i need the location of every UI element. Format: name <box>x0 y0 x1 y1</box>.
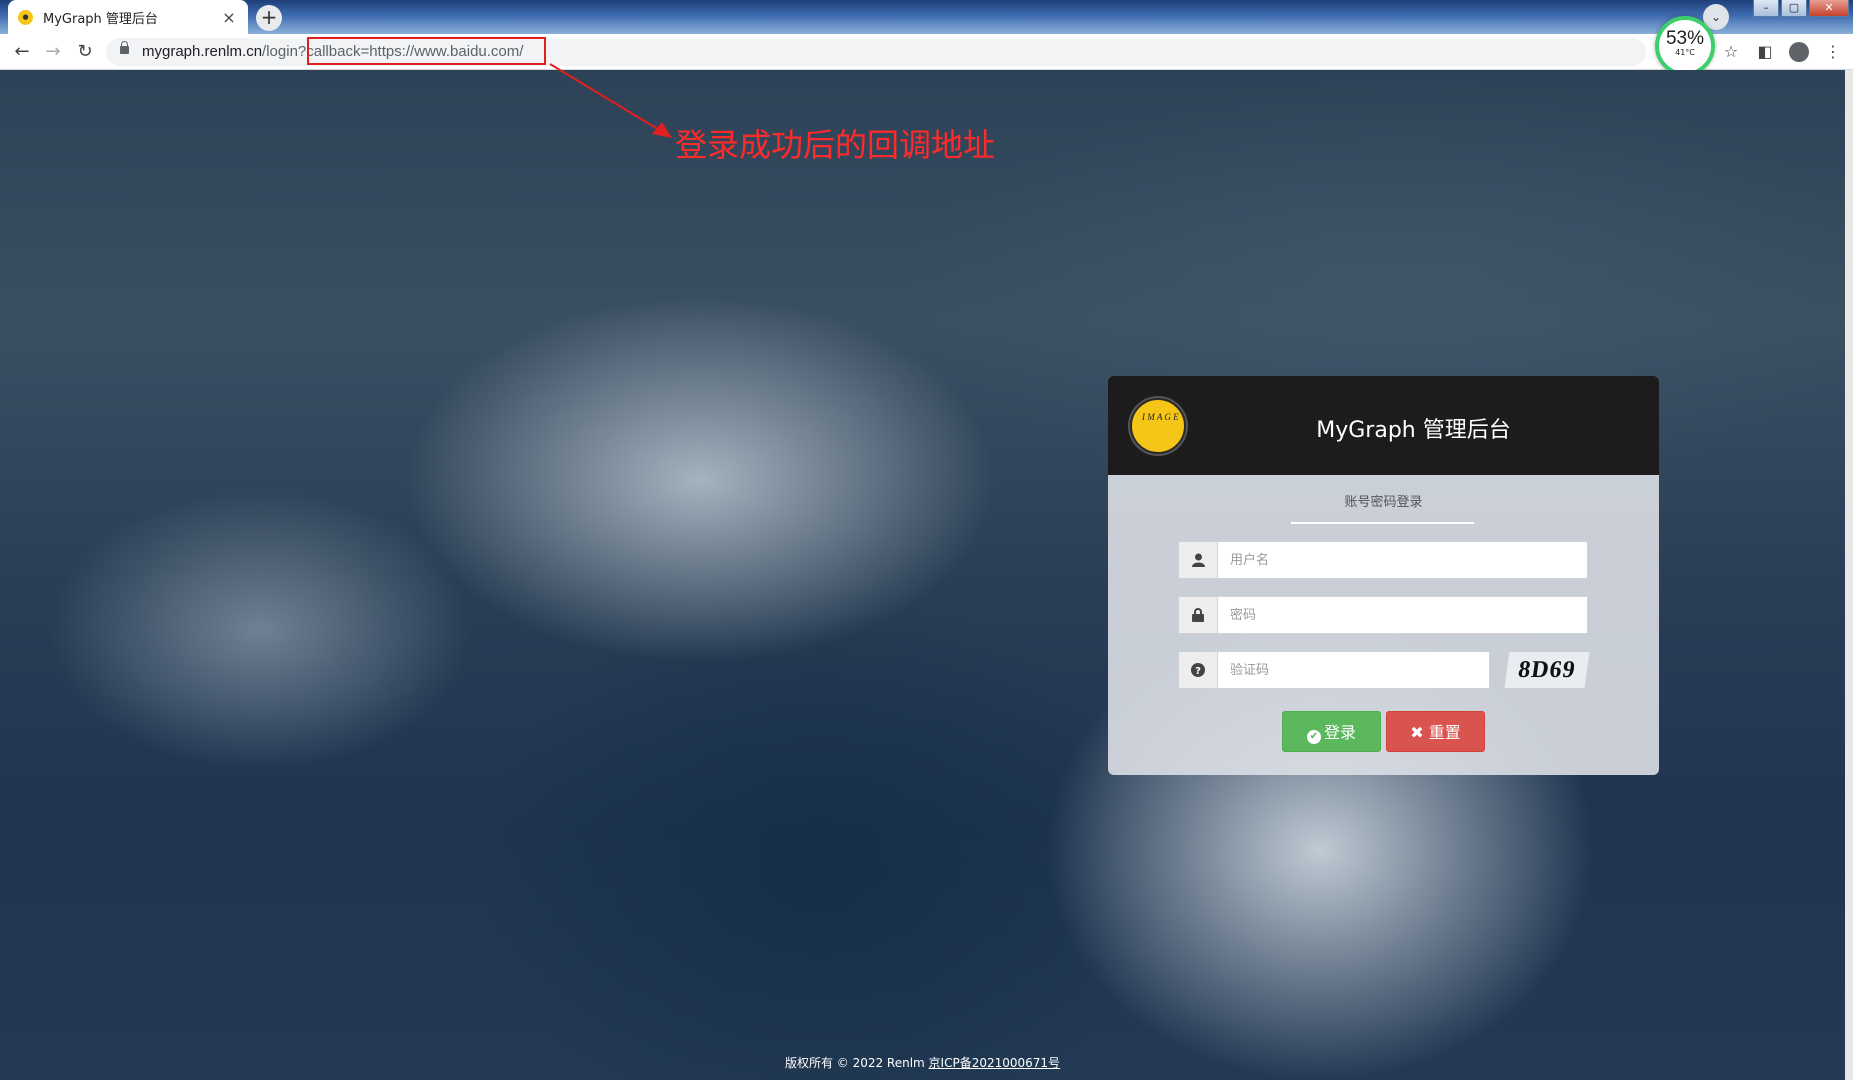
login-panel: I M A G E MyGraph 管理后台 账号密码登录 ? 8D69 ✔登录 <box>1108 376 1659 775</box>
question-circle-icon: ? <box>1179 652 1218 688</box>
menu-kebab-icon[interactable]: ⋮ <box>1823 42 1843 67</box>
reload-icon[interactable]: ↻ <box>73 41 97 63</box>
reset-button-label: 重置 <box>1428 723 1461 742</box>
login-title: MyGraph 管理后台 <box>1316 418 1511 443</box>
tab-account-password[interactable]: 账号密码登录 <box>1108 491 1659 510</box>
callback-highlight-box <box>307 37 546 65</box>
icp-link[interactable]: 京ICP备2021000671号 <box>929 1056 1061 1070</box>
minimize-button[interactable]: – <box>1753 0 1779 17</box>
back-arrow-icon[interactable]: ← <box>10 41 34 63</box>
page-scrollbar[interactable] <box>1845 70 1853 1080</box>
captcha-input[interactable] <box>1218 652 1489 688</box>
page-footer: 版权所有 © 2022 Renlm 京ICP备2021000671号 <box>0 1054 1845 1071</box>
new-tab-button[interactable]: + <box>256 5 282 31</box>
password-field <box>1178 596 1588 634</box>
bookmark-star-icon[interactable]: ☆ <box>1721 42 1741 67</box>
username-field <box>1178 541 1588 579</box>
perf-percent: 53% <box>1665 28 1705 49</box>
lock-icon <box>120 41 129 54</box>
tab-close-icon[interactable]: × <box>220 8 238 27</box>
reset-button[interactable]: ✖ 重置 <box>1386 711 1485 752</box>
url-host: mygraph.renlm.cn <box>142 43 263 60</box>
close-window-button[interactable]: ✕ <box>1809 0 1849 17</box>
copyright-text: 版权所有 © 2022 Renlm <box>784 1056 929 1070</box>
toolbar-right-icons: ☆ ◧ ⋮ <box>1721 42 1843 67</box>
forward-arrow-icon[interactable]: → <box>41 41 65 63</box>
password-input[interactable] <box>1218 597 1587 633</box>
browser-tab-strip: ● MyGraph 管理后台 × + ⌄ – ▢ ✕ <box>0 0 1853 34</box>
maximize-button[interactable]: ▢ <box>1781 0 1807 17</box>
annotation-arrow <box>549 63 672 138</box>
lock-icon <box>1179 597 1218 633</box>
profile-icon[interactable] <box>1789 42 1809 67</box>
tab-title: MyGraph 管理后台 <box>43 11 158 27</box>
active-tab-underline <box>1291 522 1474 524</box>
annotation-text: 登录成功后的回调地址 <box>675 126 996 164</box>
login-button[interactable]: ✔ 登录 <box>1282 711 1381 752</box>
captcha-field: ? <box>1178 651 1490 689</box>
login-form: 账号密码登录 ? 8D69 ✔登录 ✖ 重置 <box>1108 475 1659 775</box>
times-icon: ✖ <box>1410 723 1424 742</box>
captcha-image[interactable]: 8D69 <box>1503 651 1591 689</box>
performance-widget[interactable]: 53% 41°C <box>1655 16 1715 76</box>
login-button-label: 登录 <box>1323 723 1356 742</box>
site-favicon-icon: ● <box>18 9 33 25</box>
browser-tab[interactable]: ● MyGraph 管理后台 × <box>8 0 248 34</box>
side-panel-icon[interactable]: ◧ <box>1755 42 1775 67</box>
svg-text:?: ? <box>1195 666 1201 677</box>
username-input[interactable] <box>1218 542 1587 578</box>
user-icon <box>1179 542 1218 578</box>
window-controls: – ▢ ✕ <box>1753 0 1849 17</box>
login-header: I M A G E MyGraph 管理后台 <box>1108 376 1659 475</box>
browser-toolbar: ← → ↻ mygraph.renlm.cn/login?callback=ht… <box>0 34 1853 70</box>
check-circle-icon: ✔ <box>1306 730 1321 744</box>
